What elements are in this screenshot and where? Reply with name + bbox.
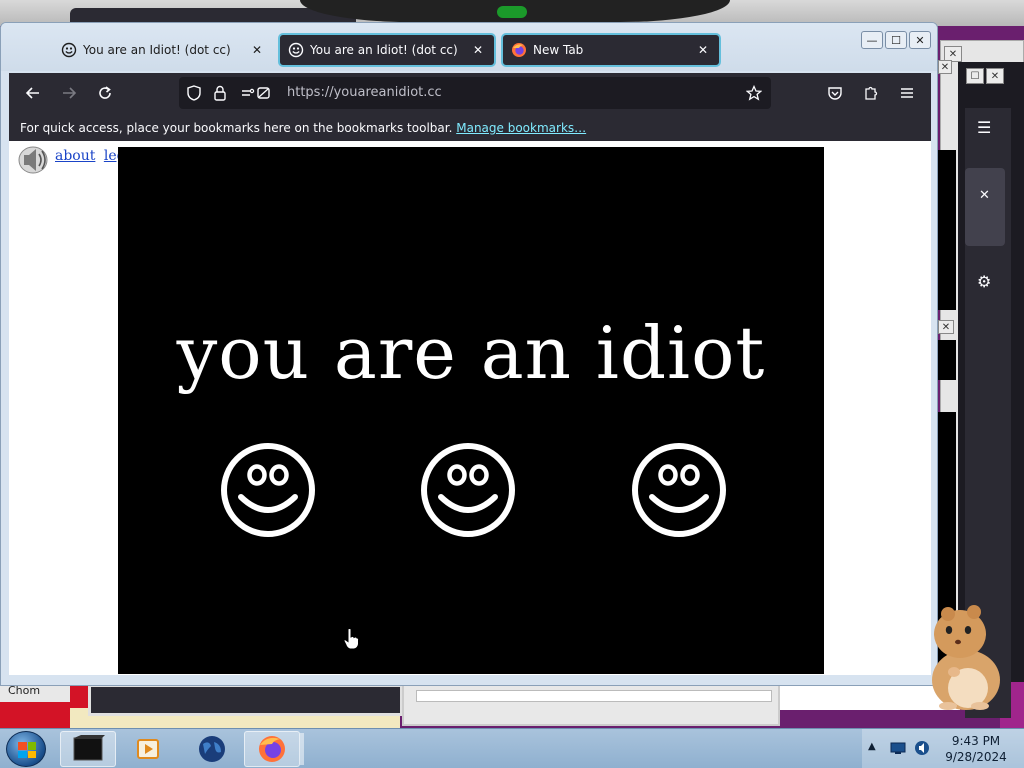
- tab-close-icon[interactable]: ✕: [695, 43, 711, 57]
- close-button[interactable]: ✕: [909, 31, 931, 49]
- background-window-fragment: [88, 684, 403, 716]
- show-hidden-icons-icon[interactable]: ▲: [868, 741, 876, 752]
- close-icon[interactable]: ✕: [979, 188, 990, 203]
- background-stripe: [938, 340, 956, 380]
- idiot-stage[interactable]: you are an idiot: [118, 147, 824, 674]
- volume-icon[interactable]: [914, 740, 930, 756]
- start-button[interactable]: [6, 731, 46, 767]
- tracking-shield-icon[interactable]: [185, 84, 203, 102]
- green-indicator: [497, 6, 527, 18]
- smiley-favicon-icon: [288, 42, 304, 58]
- hamburger-menu-icon: [901, 88, 913, 98]
- navigation-toolbar: https://youareanidiot.cc: [9, 73, 931, 113]
- back-button[interactable]: [21, 81, 45, 105]
- taskbar-separator: [300, 733, 304, 765]
- tab-bar: You are an Idiot! (dot cc) ✕ You are an …: [1, 23, 937, 71]
- gear-icon[interactable]: ⚙: [977, 272, 991, 291]
- background-window-controls-4: ✕: [938, 320, 954, 334]
- window-controls: — ☐ ✕: [861, 31, 931, 49]
- speaker-icon[interactable]: [17, 143, 51, 175]
- hamburger-menu-icon[interactable]: ☰: [977, 118, 991, 137]
- maximize-icon[interactable]: ☐: [966, 68, 984, 84]
- smiley-face-icon: [221, 443, 315, 537]
- taskbar: ▲ 9:43 PM 9/28/2024: [0, 728, 1024, 768]
- forward-button[interactable]: [57, 81, 81, 105]
- tab-youareanidiot-2[interactable]: You are an Idiot! (dot cc) ✕: [278, 33, 496, 67]
- extensions-button[interactable]: [859, 81, 883, 105]
- url-text: https://youareanidiot.cc: [287, 85, 442, 100]
- address-bar[interactable]: https://youareanidiot.cc: [179, 77, 771, 109]
- taskbar-app-firefox[interactable]: [244, 731, 300, 767]
- reload-button[interactable]: [93, 81, 117, 105]
- firefox-icon: [259, 736, 285, 762]
- close-icon[interactable]: ✕: [986, 68, 1004, 84]
- manage-bookmarks-link[interactable]: Manage bookmarks…: [456, 121, 586, 135]
- background-window-controls-3: ✕: [938, 60, 952, 74]
- minimize-button[interactable]: —: [861, 31, 883, 49]
- taskbar-app-media-player[interactable]: [120, 731, 176, 767]
- smiley-face-icon: [632, 443, 726, 537]
- bookmarks-hint-text: For quick access, place your bookmarks h…: [20, 121, 453, 135]
- smiley-face-icon: [421, 443, 515, 537]
- clock-time: 9:43 PM: [951, 734, 1001, 748]
- pocket-button[interactable]: [823, 81, 847, 105]
- reload-icon: [99, 86, 111, 99]
- tab-label: New Tab: [533, 43, 584, 57]
- back-arrow-icon: [25, 87, 39, 99]
- background-panel-card: ✕: [965, 168, 1005, 246]
- page-content: about legacy safe you are an idiot: [9, 141, 931, 675]
- taskbar-app-terminal[interactable]: [60, 731, 116, 767]
- media-player-icon: [137, 739, 159, 759]
- browser-window: You are an Idiot! (dot cc) ✕ You are an …: [0, 22, 938, 686]
- clock[interactable]: 9:43 PM 9/28/2024: [936, 733, 1016, 765]
- firefox-favicon-icon: [511, 42, 527, 58]
- close-icon[interactable]: ✕: [938, 320, 954, 334]
- network-icon[interactable]: [890, 741, 906, 755]
- maximize-button[interactable]: ☐: [885, 31, 907, 49]
- tab-youareanidiot-1[interactable]: You are an Idiot! (dot cc) ✕: [53, 33, 273, 67]
- app-menu-button[interactable]: [895, 81, 919, 105]
- puzzle-icon: [865, 86, 878, 100]
- background-window-controls-2: ☐ ✕: [966, 68, 1004, 84]
- windows-logo-icon: [18, 742, 36, 758]
- pocket-icon: [828, 87, 842, 100]
- taskbar-app-globe[interactable]: [184, 731, 240, 767]
- tab-close-icon[interactable]: ✕: [470, 43, 486, 57]
- tab-close-icon[interactable]: ✕: [249, 43, 265, 57]
- tab-label: You are an Idiot! (dot cc): [83, 43, 231, 57]
- smiley-favicon-icon: [61, 42, 77, 58]
- tab-new-tab[interactable]: New Tab ✕: [501, 33, 721, 67]
- background-window-fragment-white: [402, 684, 780, 726]
- lock-icon[interactable]: [211, 84, 229, 102]
- background-stripe: [938, 150, 956, 310]
- black-window-icon: [73, 735, 105, 761]
- clock-date: 9/28/2024: [945, 750, 1007, 764]
- tab-label: You are an Idiot! (dot cc): [310, 43, 458, 57]
- bookmarks-toolbar: For quick access, place your bookmarks h…: [9, 113, 931, 141]
- about-link[interactable]: about: [55, 148, 95, 164]
- hand-cursor-icon: [343, 628, 359, 650]
- close-icon[interactable]: ✕: [938, 60, 952, 74]
- globe-icon: [199, 736, 225, 762]
- headline: you are an idiot: [176, 311, 766, 395]
- permissions-icon[interactable]: [239, 84, 273, 102]
- hamster-image: [932, 605, 1000, 710]
- forward-arrow-icon: [63, 87, 77, 99]
- bookmark-star-icon[interactable]: [745, 84, 763, 102]
